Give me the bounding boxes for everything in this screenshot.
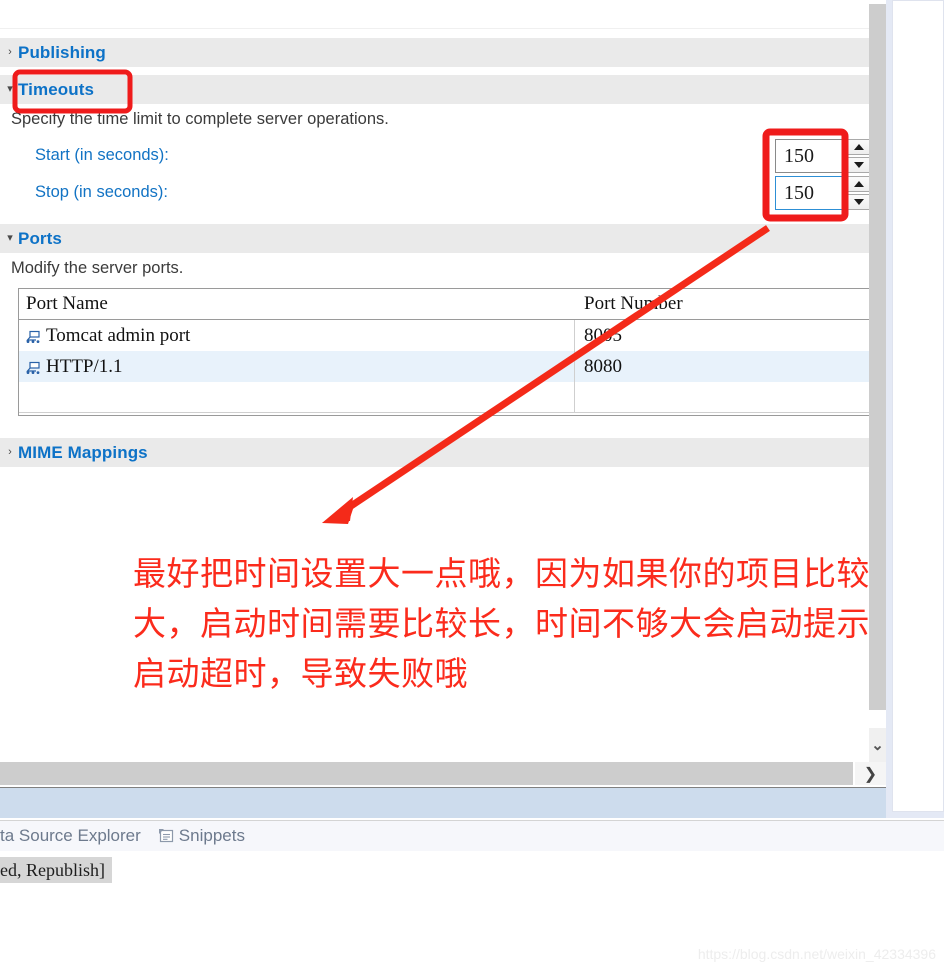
server-editor-panel: › Publishing ▾ Timeouts Specify the time… <box>0 0 886 818</box>
cell-port-name: Tomcat admin port <box>19 320 575 351</box>
start-timeout-input[interactable]: 150 <box>775 139 843 173</box>
port-name-text: HTTP/1.1 <box>46 355 123 377</box>
table-empty-row <box>19 382 869 413</box>
snippets-icon <box>158 828 175 844</box>
stop-timeout-decrement-button[interactable] <box>846 194 871 210</box>
ports-table[interactable]: Port Name Port Number Tomcat admin port … <box>18 288 870 416</box>
stop-timeout-increment-button[interactable] <box>846 176 871 192</box>
stop-timeout-input[interactable]: 150 <box>775 176 843 210</box>
tab-data-source-explorer[interactable]: ta Source Explorer <box>0 826 141 846</box>
annotation-line-1: 最好把时间设置大一点哦，因为如果你的项目比较 <box>133 554 870 593</box>
screenshot-root: › Publishing ▾ Timeouts Specify the time… <box>0 0 944 976</box>
status-line: ed, Republish] <box>0 855 944 885</box>
cell-port-number: 8005 <box>584 324 622 346</box>
triangle-down-icon <box>853 162 864 168</box>
section-header-ports[interactable]: ▾ Ports <box>0 224 884 253</box>
chevron-right-icon[interactable]: › <box>2 47 18 58</box>
cell-port-name: HTTP/1.1 <box>19 351 575 382</box>
bottom-tab-bar: ta Source Explorer Snippets <box>0 820 944 851</box>
scroll-right-chevron-icon[interactable]: ❯ <box>855 762 886 785</box>
right-side-pane-inner <box>892 0 944 812</box>
timeouts-description: Specify the time limit to complete serve… <box>11 110 389 128</box>
stop-timeout-spin-buttons[interactable] <box>846 176 871 210</box>
start-timeout-spin-buttons[interactable] <box>846 139 871 173</box>
table-row[interactable]: HTTP/1.1 8080 <box>19 351 869 382</box>
annotation-line-3: 启动超时，导致失败哦 <box>133 654 468 693</box>
stop-timeout-label[interactable]: Stop (in seconds): <box>35 183 168 202</box>
start-timeout-increment-button[interactable] <box>846 139 871 155</box>
column-header-port-name[interactable]: Port Name <box>19 289 575 319</box>
right-side-pane <box>886 0 944 818</box>
section-title-ports[interactable]: Ports <box>18 229 62 249</box>
horizontal-scrollbar-thumb[interactable] <box>0 762 853 785</box>
annotation-text: 最好把时间设置大一点哦，因为如果你的项目比较 大，启动时间需要比较长，时间不够大… <box>133 549 886 699</box>
column-header-port-number[interactable]: Port Number <box>575 289 869 319</box>
watermark: https://blog.csdn.net/weixin_42334396 <box>697 946 936 962</box>
start-timeout-label[interactable]: Start (in seconds): <box>35 146 169 165</box>
editor-bottom-band <box>0 787 886 818</box>
port-icon <box>26 360 43 375</box>
tab-snippets[interactable]: Snippets <box>158 826 245 846</box>
table-row[interactable]: Tomcat admin port 8005 <box>19 320 869 351</box>
editor-top-strip <box>0 0 886 29</box>
chevron-right-icon[interactable]: › <box>2 447 18 458</box>
tab-label-data-source-explorer: ta Source Explorer <box>0 826 141 845</box>
triangle-down-icon <box>853 199 864 205</box>
vertical-scrollbar[interactable]: ⌄ <box>869 0 886 818</box>
triangle-up-icon <box>853 144 864 150</box>
section-title-timeouts[interactable]: Timeouts <box>18 80 94 100</box>
start-timeout-spinner[interactable]: 150 <box>775 139 871 173</box>
ports-description: Modify the server ports. <box>11 259 184 277</box>
chevron-down-icon[interactable]: ▾ <box>2 84 18 95</box>
port-icon <box>26 329 43 344</box>
annotation-line-2: 大，启动时间需要比较长，时间不够大会启动提示 <box>133 604 870 643</box>
port-name-text: Tomcat admin port <box>46 324 191 346</box>
chevron-down-icon[interactable]: ▾ <box>2 233 18 244</box>
ports-table-header-row: Port Name Port Number <box>19 289 869 320</box>
stop-timeout-spinner[interactable]: 150 <box>775 176 871 210</box>
section-title-mime-mappings[interactable]: MIME Mappings <box>18 443 148 463</box>
start-timeout-decrement-button[interactable] <box>846 157 871 173</box>
status-badge: ed, Republish] <box>0 857 112 883</box>
section-header-mime-mappings[interactable]: › MIME Mappings <box>0 438 884 467</box>
section-header-timeouts[interactable]: ▾ Timeouts <box>0 75 884 104</box>
section-title-publishing[interactable]: Publishing <box>18 43 106 63</box>
scroll-down-chevron-icon[interactable]: ⌄ <box>869 728 886 762</box>
triangle-up-icon <box>853 181 864 187</box>
vertical-scrollbar-thumb[interactable] <box>869 4 886 710</box>
tab-label-snippets: Snippets <box>178 826 245 845</box>
section-header-publishing[interactable]: › Publishing <box>0 38 884 67</box>
cell-port-number: 8080 <box>584 355 622 377</box>
horizontal-scrollbar[interactable]: ❯ <box>0 762 886 785</box>
